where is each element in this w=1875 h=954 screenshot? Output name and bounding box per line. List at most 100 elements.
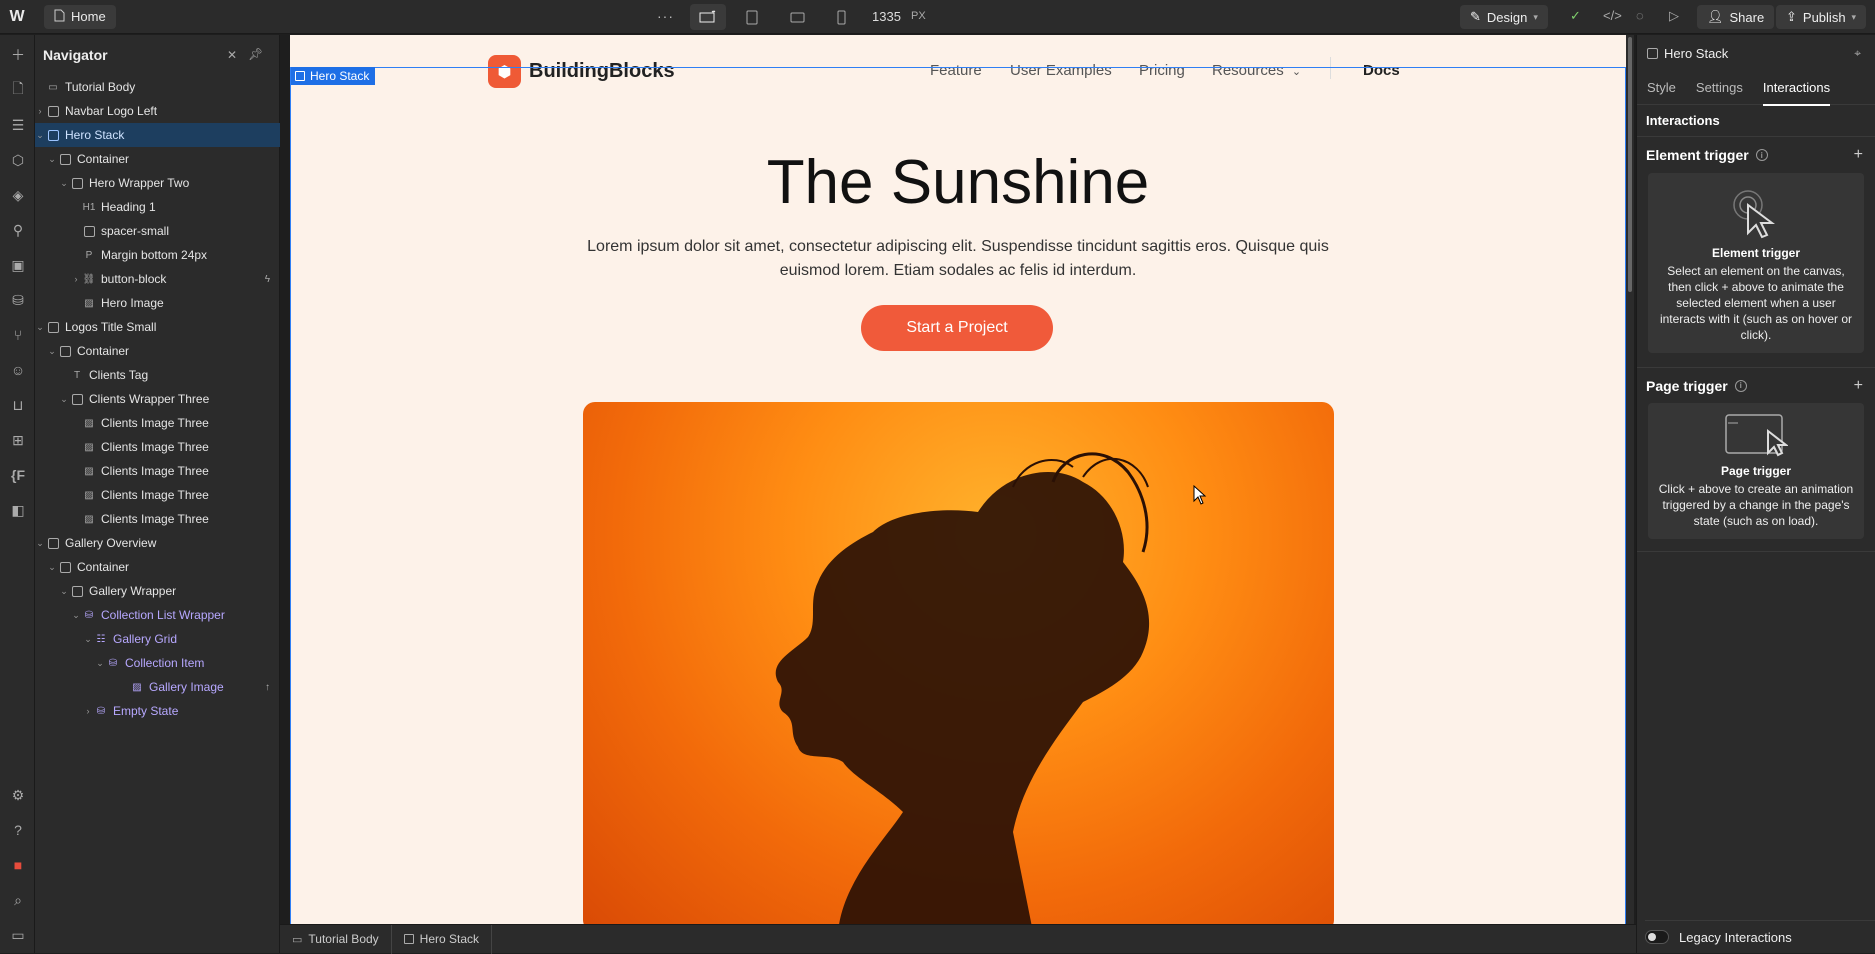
nav-link-docs[interactable]: Docs — [1363, 62, 1400, 79]
tree-row[interactable]: ⌄ ☷ Gallery Grid — [35, 627, 280, 651]
canvas-width-value[interactable]: 1335 — [872, 9, 901, 24]
code-icon[interactable]: </> — [1603, 8, 1622, 23]
style-selectors-icon[interactable]: ◈ — [8, 185, 28, 205]
tree-row[interactable]: ▨ Gallery Image ↑ — [35, 675, 280, 699]
more-icon[interactable]: ··· — [657, 8, 674, 24]
chevron-down-icon[interactable]: ⌄ — [95, 658, 105, 669]
webflow-logo[interactable]: W — [0, 0, 34, 34]
chevron-right-icon[interactable]: › — [71, 274, 81, 284]
libraries-icon[interactable]: ◧ — [8, 500, 28, 520]
info-icon[interactable]: i — [1755, 149, 1768, 161]
scrollbar-thumb[interactable] — [1628, 37, 1632, 292]
chevron-down-icon[interactable]: ⌄ — [47, 346, 57, 357]
tab-style[interactable]: Style — [1647, 71, 1676, 105]
record-icon[interactable]: ■ — [8, 855, 28, 875]
comment-icon[interactable]: ◌ — [1636, 8, 1644, 23]
tree-row-selected[interactable]: ⌄ Hero Stack — [35, 123, 280, 147]
add-page-trigger-icon[interactable]: + — [1854, 377, 1863, 395]
tree-row[interactable]: › ⛓︎ button-block ϟ — [35, 267, 280, 291]
nav-link-feature[interactable]: Feature — [930, 62, 982, 79]
tree-row[interactable]: T Clients Tag — [35, 363, 280, 387]
navigator-icon[interactable]: ☰ — [8, 115, 28, 135]
tree-row[interactable]: ⌄ Container — [35, 147, 280, 171]
chevron-down-icon[interactable]: ⌄ — [59, 394, 69, 405]
tree-row[interactable]: P Margin bottom 24px — [35, 243, 280, 267]
page-selector-button[interactable]: Home — [44, 4, 116, 29]
nav-link-user-examples[interactable]: User Examples — [1010, 62, 1112, 79]
publish-button[interactable]: ⇪ Publish ▾ — [1776, 5, 1867, 29]
ecommerce-icon[interactable]: ⊔ — [8, 395, 28, 415]
tree-row[interactable]: ⌄ ⛁ Collection Item — [35, 651, 280, 675]
start-project-button[interactable]: Start a Project — [861, 305, 1053, 351]
cms-icon[interactable]: ⛁ — [8, 290, 28, 310]
tree-row[interactable]: › ⛁ Empty State — [35, 699, 280, 723]
tree-row[interactable]: ▨ Clients Image Three — [35, 435, 280, 459]
tree-row[interactable]: ▨ Clients Image Three — [35, 507, 280, 531]
site-logo[interactable]: ⬢ BuildingBlocks — [488, 55, 675, 88]
tab-interactions[interactable]: Interactions — [1762, 71, 1831, 106]
help-icon[interactable]: ? — [8, 820, 28, 840]
tree-row[interactable]: ⌄ Gallery Overview — [35, 531, 280, 555]
chevron-right-icon[interactable]: › — [35, 106, 45, 116]
share-button[interactable]: 👤︎ Share — [1697, 5, 1775, 29]
breadcrumb-item-body[interactable]: ▭ Tutorial Body — [280, 924, 392, 954]
fonts-icon[interactable]: {F — [8, 465, 28, 485]
add-icon[interactable]: ＋ — [8, 45, 28, 65]
chevron-down-icon[interactable]: ⌄ — [35, 322, 45, 333]
chevron-down-icon[interactable]: ⌄ — [59, 586, 69, 597]
assets-icon[interactable]: ▣ — [8, 255, 28, 275]
desktop-breakpoint-icon[interactable] — [690, 4, 726, 30]
info-icon[interactable]: i — [1734, 379, 1747, 392]
hero-heading[interactable]: The Sunshine — [290, 147, 1626, 218]
tree-row[interactable]: ⌄ Hero Wrapper Two — [35, 171, 280, 195]
chevron-down-icon[interactable]: ⌄ — [47, 562, 57, 573]
chevron-right-icon[interactable]: › — [83, 706, 93, 716]
wand-icon[interactable]: ⌖ — [1854, 46, 1861, 61]
tree-row[interactable]: ⌄ Clients Wrapper Three — [35, 387, 280, 411]
chevron-down-icon[interactable]: ⌄ — [83, 634, 93, 645]
tree-row[interactable]: ▨ Clients Image Three — [35, 459, 280, 483]
chevron-down-icon[interactable]: ⌄ — [71, 610, 81, 621]
video-icon[interactable]: ▭ — [8, 925, 28, 945]
preview-play-icon[interactable]: ▷ — [1669, 8, 1679, 24]
mobile-portrait-breakpoint-icon[interactable] — [823, 4, 859, 30]
components-icon[interactable]: ⬡ — [8, 150, 28, 170]
apps-icon[interactable]: ⊞ — [8, 430, 28, 450]
variables-icon[interactable]: ⚲ — [8, 220, 28, 240]
check-circle-icon[interactable]: ✓ — [1570, 8, 1581, 24]
tree-row[interactable]: ▨ Hero Image — [35, 291, 280, 315]
settings-icon[interactable]: ⚙ — [8, 785, 28, 805]
collapse-icon[interactable]: ✕ — [227, 48, 237, 62]
chevron-down-icon[interactable]: ⌄ — [47, 154, 57, 165]
tree-row[interactable]: ⌄ Container — [35, 339, 280, 363]
search-icon[interactable]: ⌕ — [8, 890, 28, 910]
breadcrumb-item-hero-stack[interactable]: Hero Stack — [392, 924, 493, 954]
tree-row[interactable]: ▨ Clients Image Three — [35, 411, 280, 435]
hero-paragraph[interactable]: Lorem ipsum dolor sit amet, consectetur … — [580, 235, 1336, 283]
logic-icon[interactable]: ⑂ — [8, 325, 28, 345]
tablet-breakpoint-icon[interactable] — [734, 4, 770, 30]
tab-settings[interactable]: Settings — [1696, 71, 1743, 105]
hero-image[interactable] — [583, 402, 1334, 924]
pin-icon[interactable]: 📌︎ — [248, 47, 263, 61]
nav-link-pricing[interactable]: Pricing — [1139, 62, 1185, 79]
tree-row[interactable]: spacer-small — [35, 219, 280, 243]
pages-icon[interactable]: 🗋︎ — [8, 80, 28, 100]
tree-row[interactable]: ⌄ ⛁ Collection List Wrapper — [35, 603, 280, 627]
tree-row[interactable]: ⌄ Container — [35, 555, 280, 579]
mobile-landscape-breakpoint-icon[interactable] — [779, 4, 815, 30]
chevron-down-icon[interactable]: ⌄ — [35, 538, 45, 549]
tree-row[interactable]: › Navbar Logo Left — [35, 99, 280, 123]
tree-row[interactable]: ▭ Tutorial Body — [35, 75, 280, 99]
tree-row[interactable]: ▨ Clients Image Three — [35, 483, 280, 507]
tree-row[interactable]: ⌄ Gallery Wrapper — [35, 579, 280, 603]
mode-switcher-button[interactable]: ✎ Design ▾ — [1460, 5, 1548, 29]
nav-link-resources[interactable]: Resources ⌄ — [1212, 62, 1301, 79]
designer-canvas[interactable]: ⬢ BuildingBlocks Feature User Examples P… — [290, 35, 1626, 924]
chevron-down-icon[interactable]: ⌄ — [35, 130, 45, 141]
add-element-trigger-icon[interactable]: + — [1854, 146, 1863, 164]
tree-row[interactable]: H1 Heading 1 — [35, 195, 280, 219]
chevron-down-icon[interactable]: ⌄ — [59, 178, 69, 189]
legacy-interactions-toggle[interactable] — [1645, 930, 1669, 944]
users-icon[interactable]: ☺ — [8, 360, 28, 380]
